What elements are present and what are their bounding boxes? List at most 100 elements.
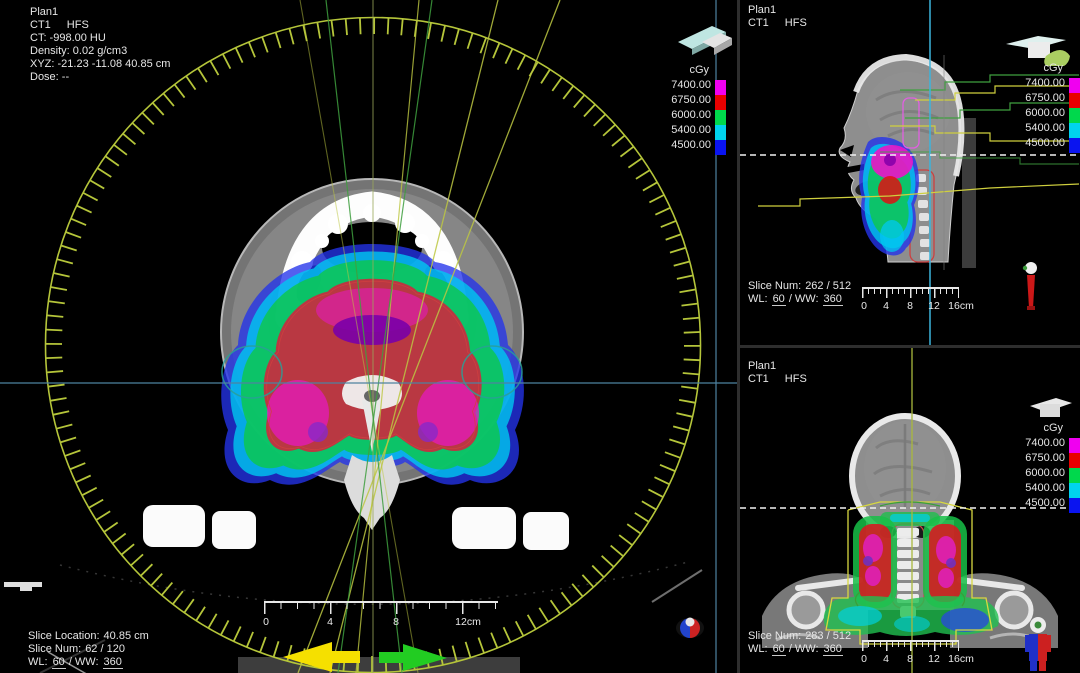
panel-divider-vertical xyxy=(737,0,740,673)
tps-workspace: Plan1 CT1 HFS CT: -998.00 HU Density: 0.0… xyxy=(0,0,1080,673)
series-orientation: CT1 HFS xyxy=(748,373,807,386)
dose-level: 5400.00 xyxy=(651,123,711,138)
series-orientation: CT1 HFS xyxy=(748,17,807,30)
sagittal-view-panel[interactable]: Plan1 CT1 HFS cGy 7400.00 6750.00 6000.00… xyxy=(740,0,1080,345)
window-level: WL:60/WW:360 xyxy=(28,655,149,668)
couch-edge-mark xyxy=(20,587,32,591)
axial-ct-scene xyxy=(0,0,737,673)
ruler-ticks xyxy=(862,640,959,651)
ruler-ticks xyxy=(862,287,959,298)
panel-divider-horizontal xyxy=(737,345,1080,348)
series-id: CT1 xyxy=(30,19,51,31)
dose-level: 4500.00 xyxy=(651,138,711,153)
dental-artifact xyxy=(415,234,429,248)
dose-legend: cGy 7400.00 6750.00 6000.00 5400.00 4500… xyxy=(1002,60,1080,153)
wl-value-field[interactable]: 60 xyxy=(772,643,786,656)
slice-number: Slice Num:62 / 120 xyxy=(28,642,149,655)
wl-value-field[interactable]: 60 xyxy=(52,656,66,669)
ruler-label: 16cm xyxy=(948,653,974,665)
axial-view-panel[interactable]: Plan1 CT1 HFS CT: -998.00 HU Density: 0.0… xyxy=(0,0,737,673)
ww-value-field[interactable]: 360 xyxy=(823,643,843,656)
coronal-slice-block: Slice Num:283 / 512 WL:60/WW:360 xyxy=(748,629,851,655)
dose-legend: cGy 7400.00 6750.00 6000.00 5400.00 4500… xyxy=(1002,420,1080,513)
dose-level: 4500.00 xyxy=(1005,496,1065,511)
patient-orientation: HFS xyxy=(785,373,807,385)
dental-artifact xyxy=(363,204,381,222)
dose-level: 7400.00 xyxy=(1005,76,1065,91)
window-level: WL:60/WW:360 xyxy=(748,292,851,305)
coronal-readout-block: Plan1 CT1 HFS xyxy=(748,360,807,386)
density-readout: Density: 0.02 g/cm3 xyxy=(30,45,170,58)
ct-value-readout: CT: -998.00 HU xyxy=(30,32,170,45)
plan-name: Plan1 xyxy=(30,6,170,19)
sagittal-readout-block: Plan1 CT1 HFS xyxy=(748,4,807,30)
dose-level: 6750.00 xyxy=(1005,91,1065,106)
dose-level: 6000.00 xyxy=(651,108,711,123)
ruler-label: 4 xyxy=(883,300,889,312)
dose-level: 7400.00 xyxy=(1005,436,1065,451)
ww-value-field[interactable]: 360 xyxy=(103,656,123,669)
dose-legend-unit: cGy xyxy=(1002,420,1080,436)
couch-3d-icon xyxy=(676,16,734,58)
slice-number: Slice Num:283 / 512 xyxy=(748,629,851,642)
sagittal-scale-ruler: 0 4 8 12 16cm xyxy=(862,287,959,313)
patient-orientation-marker-sagittal-icon xyxy=(1018,258,1048,312)
dose-level: 5400.00 xyxy=(1005,481,1065,496)
ruler-label: 12 xyxy=(928,300,940,312)
axial-slice-block: Slice Location:40.85 cm Slice Num:62 / 1… xyxy=(28,629,149,668)
dose-legend-unit: cGy xyxy=(648,62,726,78)
dose-level: 6000.00 xyxy=(1005,466,1065,481)
dose-level: 6750.00 xyxy=(1005,451,1065,466)
ruler-label: 8 xyxy=(907,300,913,312)
series-orientation: CT1 HFS xyxy=(30,19,170,32)
couch-bracket xyxy=(452,507,516,549)
couch-bracket xyxy=(523,512,569,550)
series-id: CT1 xyxy=(748,17,769,29)
dose-colorbar xyxy=(1069,438,1080,513)
dose-level: 5400.00 xyxy=(1005,121,1065,136)
dose-legend: cGy 7400.00 6750.00 6000.00 5400.00 4500… xyxy=(648,62,726,155)
ruler-label: 0 xyxy=(861,300,867,312)
couch-edge-mark xyxy=(4,582,42,587)
ruler-label: 12cm xyxy=(455,616,481,628)
xyz-readout: XYZ: -21.23 -11.08 40.85 cm xyxy=(30,58,170,71)
dose-colorbar xyxy=(1069,78,1080,153)
slice-location: Slice Location:40.85 cm xyxy=(28,629,149,642)
series-id: CT1 xyxy=(748,373,769,385)
coronal-scale-ruler: 0 4 8 12 16cm xyxy=(862,640,959,666)
dose-level: 4500.00 xyxy=(1005,136,1065,151)
ruler-label: 12 xyxy=(928,653,940,665)
couch-top-icon xyxy=(1028,386,1076,422)
sagittal-slice-block: Slice Num:262 / 512 WL:60/WW:360 xyxy=(748,279,851,305)
ruler-label: 0 xyxy=(861,653,867,665)
couch-bracket xyxy=(212,511,256,549)
lower-vertebra-bone xyxy=(344,455,400,530)
patient-orientation: HFS xyxy=(785,17,807,29)
couch-bracket xyxy=(143,505,205,547)
dose-level: 6750.00 xyxy=(651,93,711,108)
humeral-head-left xyxy=(789,593,823,627)
ruler-label: 0 xyxy=(263,616,269,628)
ruler-label: 4 xyxy=(883,653,889,665)
ruler-label: 8 xyxy=(907,653,913,665)
ruler-label: 8 xyxy=(393,616,399,628)
dose-legend-unit: cGy xyxy=(1002,60,1080,76)
coronal-view-panel[interactable]: Plan1 CT1 HFS cGy 7400.00 6750.00 6000.00… xyxy=(740,348,1080,673)
dose-colorbar xyxy=(715,80,726,155)
window-level: WL:60/WW:360 xyxy=(748,642,851,655)
slice-number: Slice Num:262 / 512 xyxy=(748,279,851,292)
ruler-label: 16cm xyxy=(948,300,974,312)
plan-name: Plan1 xyxy=(748,360,807,373)
dental-artifact xyxy=(315,234,329,248)
scanner-housing-line xyxy=(652,570,702,602)
patient-orientation: HFS xyxy=(67,19,89,31)
axial-readout-block: Plan1 CT1 HFS CT: -998.00 HU Density: 0.0… xyxy=(30,6,170,84)
dose-readout: Dose: -- xyxy=(30,71,170,84)
wl-value-field[interactable]: 60 xyxy=(772,293,786,306)
patient-orientation-marker-coronal-icon xyxy=(1020,614,1064,672)
patient-orientation-marker-axial-icon xyxy=(670,610,710,644)
plan-name: Plan1 xyxy=(748,4,807,17)
axial-scale-ruler: 0 4 8 12cm xyxy=(264,601,498,629)
ruler-label: 4 xyxy=(327,616,333,628)
ww-value-field[interactable]: 360 xyxy=(823,293,843,306)
